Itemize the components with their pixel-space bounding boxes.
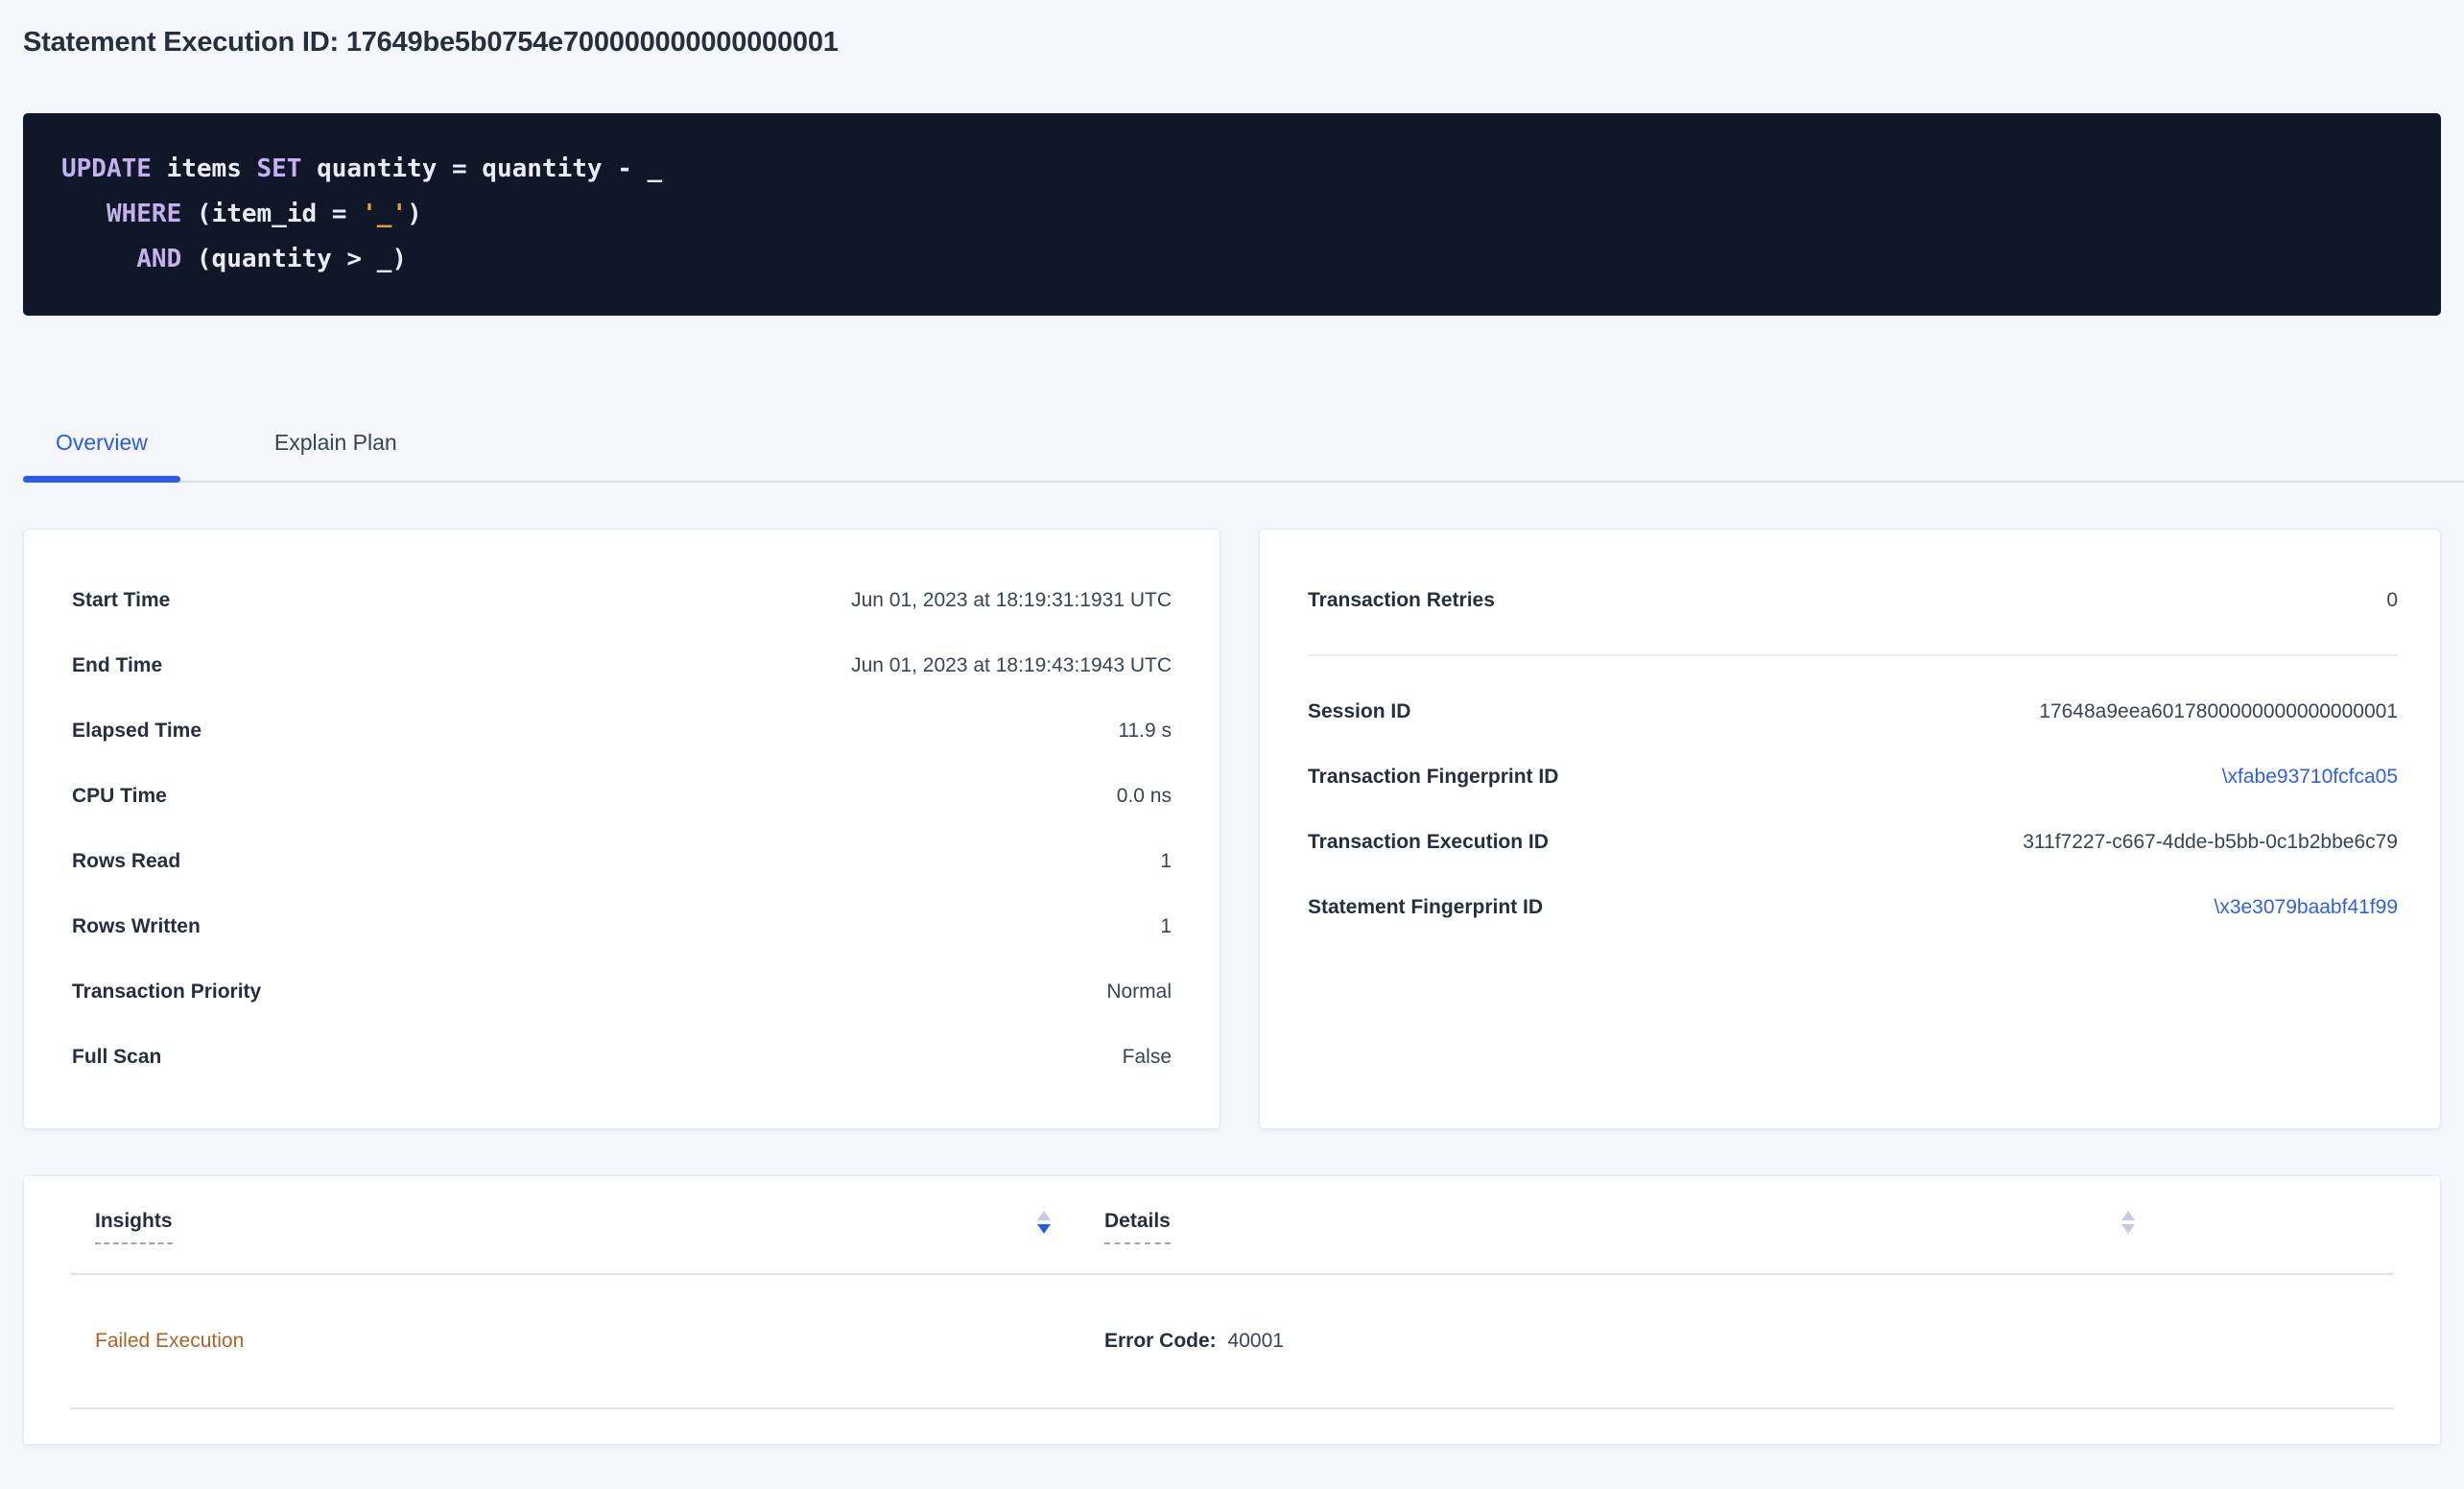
row-label: End Time (72, 653, 162, 678)
insight-cell: Failed Execution (70, 1329, 1079, 1354)
row-label: Transaction Retries (1308, 588, 1495, 613)
error-code-value: 40001 (1228, 1330, 1284, 1352)
transaction-details-card: Transaction Retries 0 Session ID 17648a9… (1259, 529, 2441, 1129)
row-elapsed-time: Elapsed Time 11.9 s (72, 698, 1172, 764)
row-label: Transaction Priority (72, 980, 261, 1004)
row-value: Normal (1106, 980, 1172, 1004)
row-value: 311f7227-c667-4dde-b5bb-0c1b2bbe6c79 (2023, 830, 2398, 855)
row-label: Rows Written (72, 914, 201, 939)
column-header-insights[interactable]: Insights (70, 1209, 1079, 1273)
row-label: Transaction Fingerprint ID (1308, 765, 1558, 790)
column-header-details[interactable]: Details (1079, 1209, 2164, 1273)
page-title: Statement Execution ID: 17649be5b0754e70… (23, 25, 2441, 59)
row-rows-read: Rows Read 1 (72, 829, 1172, 894)
tab-explain-plan[interactable]: Explain Plan (242, 415, 430, 481)
row-label: CPU Time (72, 784, 167, 809)
row-transaction-fingerprint-id: Transaction Fingerprint ID \xfabe93710fc… (1308, 744, 2398, 810)
sort-up-triangle (2121, 1211, 2135, 1220)
insights-table-header: Insights Details (70, 1176, 2394, 1275)
row-cpu-time: CPU Time 0.0 ns (72, 764, 1172, 829)
sort-down-triangle (2121, 1224, 2135, 1234)
row-value: 17648a9eea6017800000000000000001 (2039, 699, 2398, 724)
insights-table-card: Insights Details Failed Execution Error … (23, 1175, 2441, 1445)
column-label: Details (1104, 1209, 1171, 1244)
row-value: 0.0 ns (1117, 784, 1172, 809)
sort-icon[interactable] (1037, 1211, 1051, 1234)
row-label: Session ID (1308, 699, 1410, 724)
row-value: 0 (2386, 588, 2398, 613)
tab-overview[interactable]: Overview (23, 415, 180, 481)
row-transaction-retries: Transaction Retries 0 (1308, 568, 2398, 633)
statement-summary-card: Start Time Jun 01, 2023 at 18:19:31:1931… (23, 529, 1220, 1129)
row-transaction-execution-id: Transaction Execution ID 311f7227-c667-4… (1308, 810, 2398, 875)
tab-bar: Overview Explain Plan (23, 415, 2464, 483)
sort-icon[interactable] (2121, 1211, 2135, 1234)
row-statement-fingerprint-id: Statement Fingerprint ID \x3e3079baabf41… (1308, 875, 2398, 940)
row-label: Rows Read (72, 849, 180, 874)
column-label: Insights (95, 1209, 173, 1244)
card-divider (1308, 654, 2398, 656)
table-row: Failed Execution Error Code: 40001 (70, 1275, 2394, 1409)
row-start-time: Start Time Jun 01, 2023 at 18:19:31:1931… (72, 568, 1172, 633)
row-label: Start Time (72, 588, 170, 613)
transaction-fingerprint-link[interactable]: \xfabe93710fcfca05 (2222, 765, 2398, 790)
sort-up-triangle (1037, 1211, 1051, 1220)
statement-fingerprint-link[interactable]: \x3e3079baabf41f99 (2214, 895, 2398, 920)
error-code-label: Error Code: (1104, 1330, 1217, 1352)
row-value: False (1123, 1045, 1172, 1070)
row-transaction-priority: Transaction Priority Normal (72, 959, 1172, 1025)
row-value: Jun 01, 2023 at 18:19:31:1931 UTC (851, 588, 1172, 613)
row-value: 1 (1160, 849, 1172, 874)
row-label: Elapsed Time (72, 719, 201, 744)
row-value: Jun 01, 2023 at 18:19:43:1943 UTC (851, 653, 1172, 678)
row-session-id: Session ID 17648a9eea6017800000000000000… (1308, 679, 2398, 744)
row-label: Full Scan (72, 1045, 161, 1070)
row-end-time: End Time Jun 01, 2023 at 18:19:43:1943 U… (72, 633, 1172, 698)
sql-code: UPDATE items SET quantity = quantity - _… (61, 147, 2403, 282)
row-label: Statement Fingerprint ID (1308, 895, 1543, 920)
sql-statement-block: UPDATE items SET quantity = quantity - _… (23, 113, 2441, 316)
row-full-scan: Full Scan False (72, 1025, 1172, 1090)
row-value: 1 (1160, 914, 1172, 939)
row-value: 11.9 s (1118, 719, 1172, 744)
row-label: Transaction Execution ID (1308, 830, 1549, 855)
statement-execution-page: Statement Execution ID: 17649be5b0754e70… (0, 25, 2464, 1445)
details-cell: Error Code: 40001 (1079, 1329, 2164, 1354)
row-rows-written: Rows Written 1 (72, 894, 1172, 959)
sort-down-triangle (1037, 1224, 1051, 1234)
overview-cards-row: Start Time Jun 01, 2023 at 18:19:31:1931… (23, 529, 2441, 1129)
